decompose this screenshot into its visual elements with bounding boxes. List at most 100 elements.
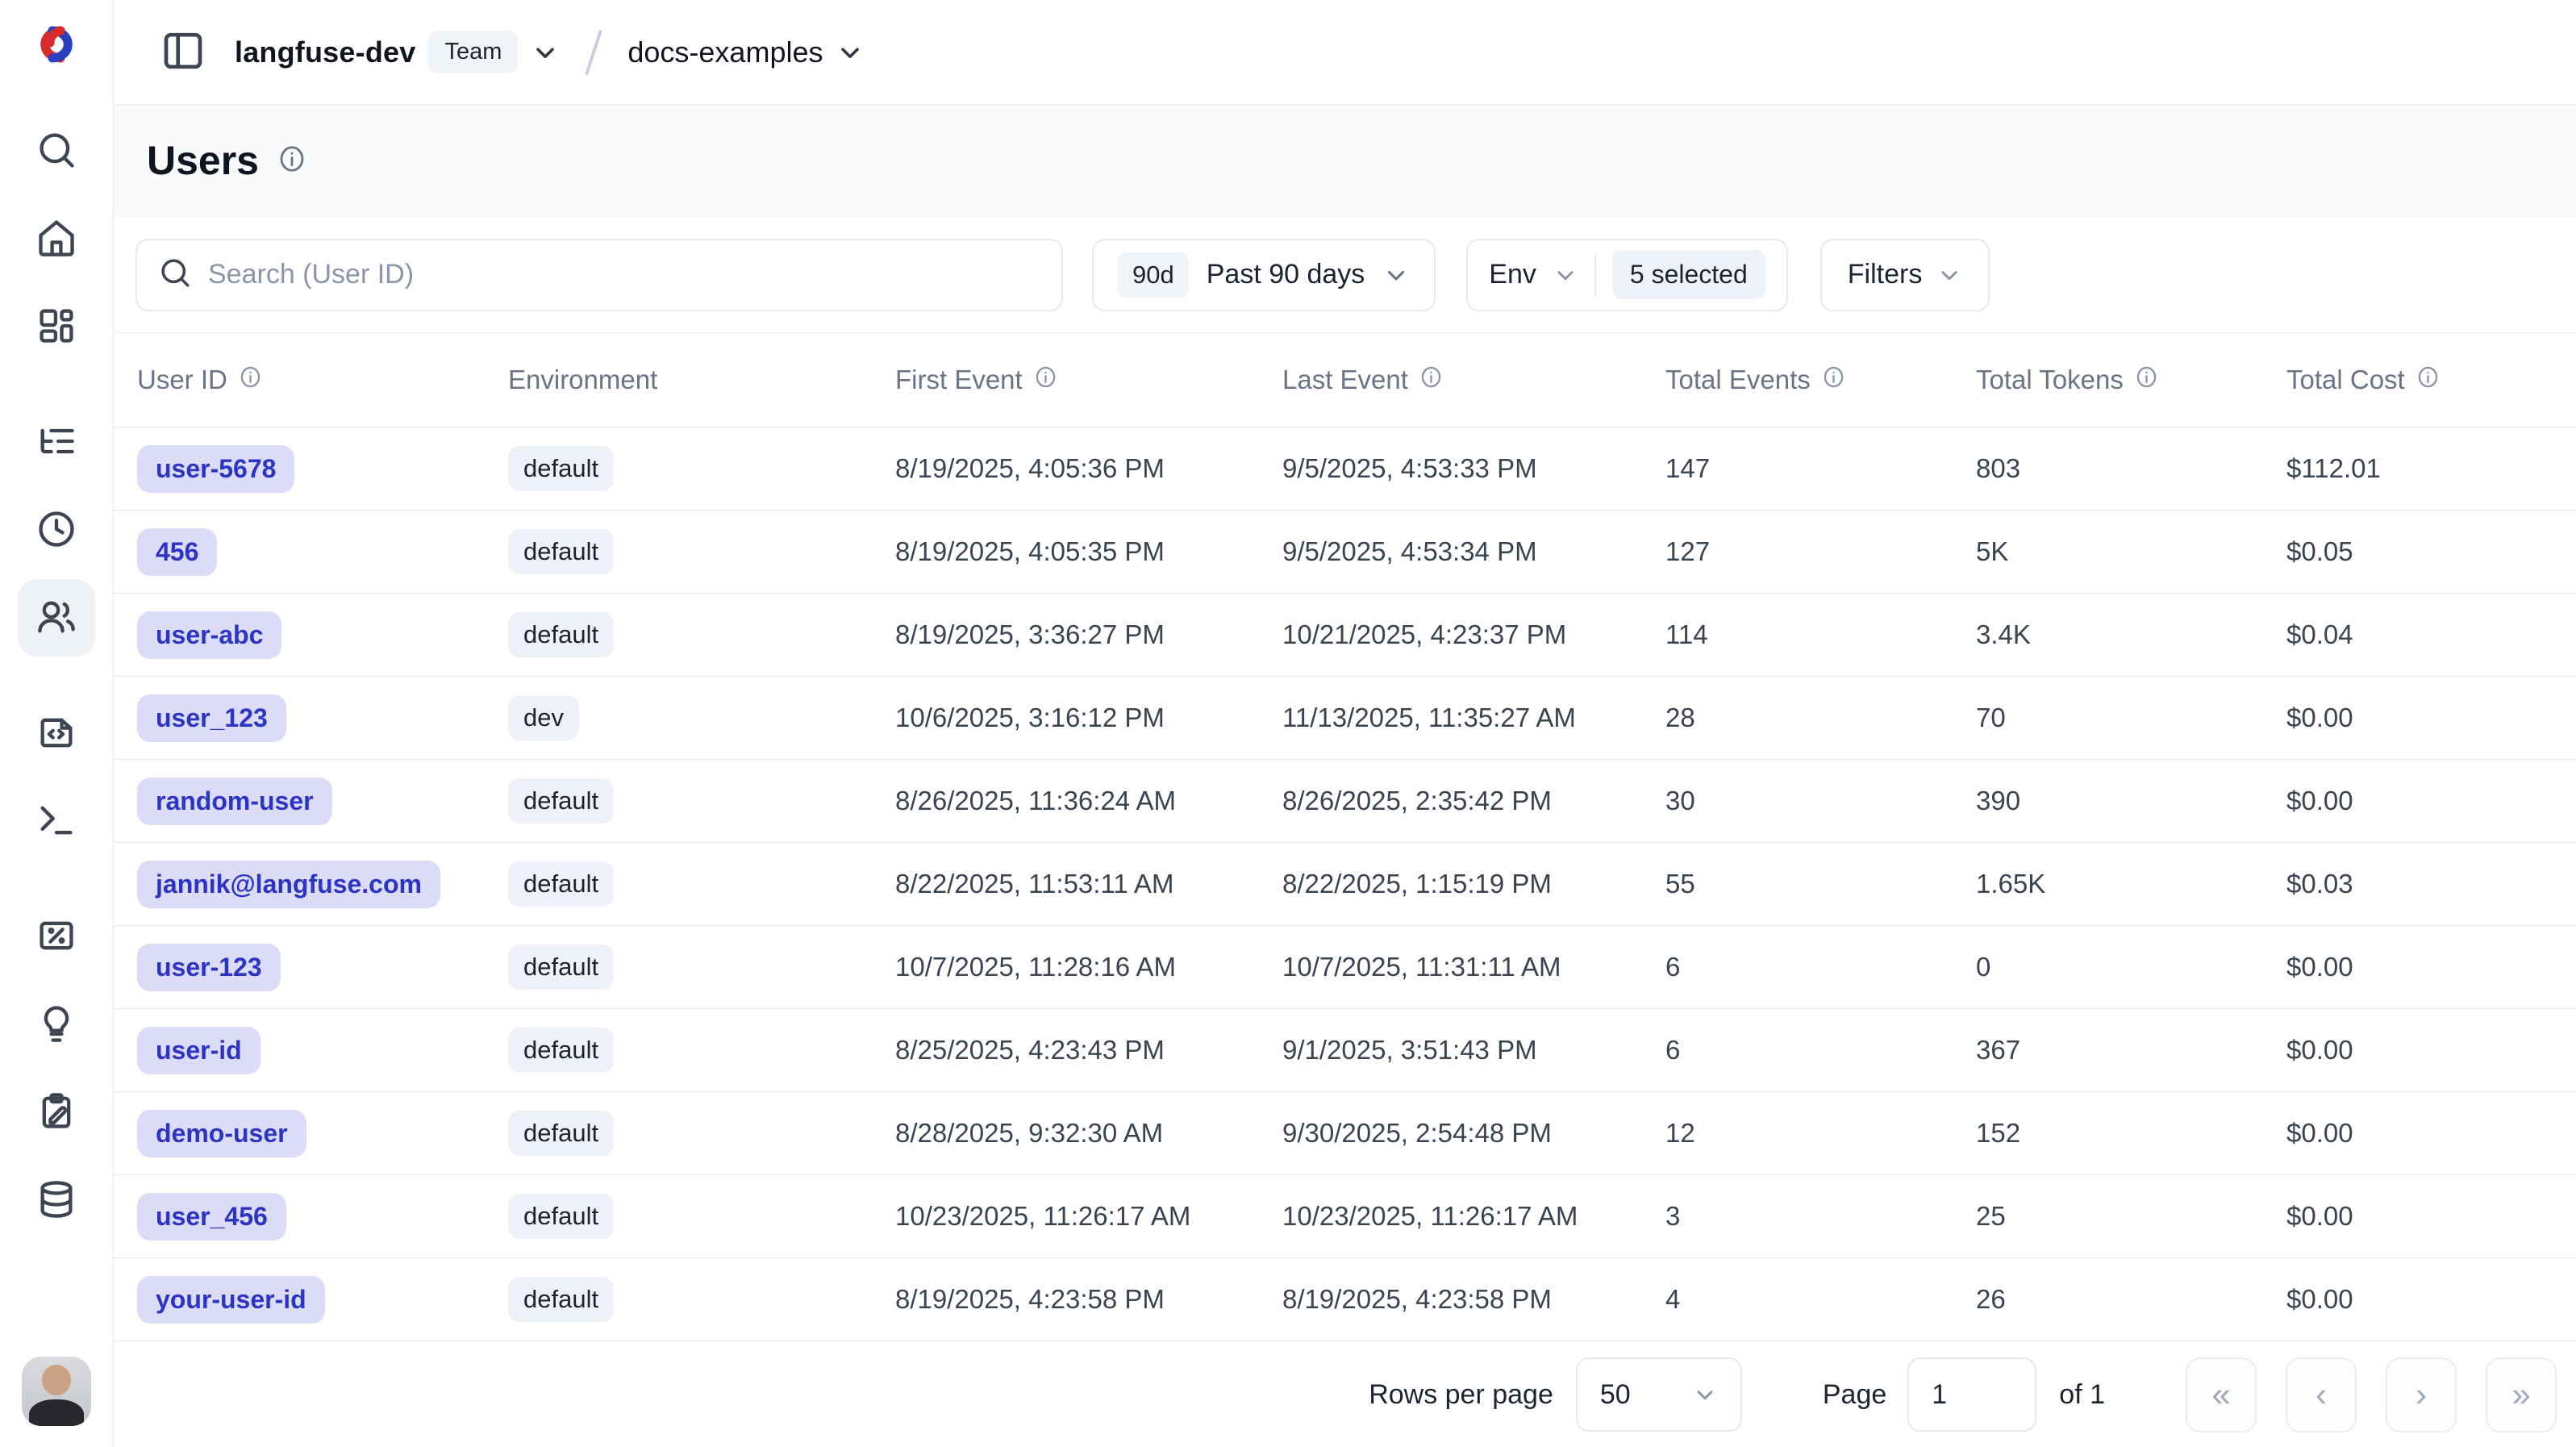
- clipboard-pen-icon: [35, 1090, 77, 1135]
- total-cost-cell: $0.00: [2286, 1118, 2576, 1149]
- environment-cell: default: [508, 529, 895, 574]
- search-icon: [158, 256, 192, 294]
- sidebar-item-home[interactable]: [18, 200, 95, 277]
- app-window: langfuse-dev Team docs-examples Users: [0, 0, 2576, 1447]
- info-icon: [1033, 365, 1058, 396]
- sidebar-item-search[interactable]: [18, 112, 95, 190]
- column-header-first_event[interactable]: First Event: [895, 365, 1282, 396]
- search-icon: [35, 129, 77, 173]
- environment-cell: default: [508, 446, 895, 491]
- project-breadcrumb[interactable]: docs-examples: [627, 35, 865, 69]
- user-id-badge[interactable]: jannik@langfuse.com: [137, 861, 440, 908]
- sidebar-item-tracing[interactable]: [18, 403, 95, 481]
- sidebar-item-users[interactable]: [18, 579, 95, 657]
- environment-cell: default: [508, 945, 895, 990]
- sidebar-item-scores[interactable]: [18, 898, 95, 975]
- total-events-cell: 28: [1665, 703, 1976, 733]
- rows-per-page-select[interactable]: 50: [1576, 1357, 1742, 1432]
- last-page-button[interactable]: »: [2486, 1357, 2557, 1432]
- table-row[interactable]: user_456default10/23/2025, 11:26:17 AM10…: [114, 1175, 2576, 1258]
- table-row[interactable]: 456default8/19/2025, 4:05:35 PM9/5/2025,…: [114, 511, 2576, 594]
- info-icon: [1419, 365, 1444, 396]
- breadcrumb-separator: [586, 29, 603, 74]
- dashboard-icon: [35, 305, 77, 349]
- column-header-last_event[interactable]: Last Event: [1282, 365, 1665, 396]
- sidebar-item-prompts[interactable]: [18, 694, 95, 772]
- first-event-cell: 8/19/2025, 3:36:27 PM: [895, 619, 1282, 650]
- page-number-input[interactable]: [1907, 1357, 2036, 1432]
- users-icon: [35, 596, 77, 640]
- user-id-badge[interactable]: user-5678: [137, 445, 294, 493]
- column-header-total_cost[interactable]: Total Cost: [2286, 365, 2576, 396]
- page-count-label: of 1: [2059, 1379, 2105, 1411]
- last-event-cell: 8/26/2025, 2:35:42 PM: [1282, 786, 1665, 816]
- user-id-cell: jannik@langfuse.com: [137, 861, 508, 908]
- previous-page-button[interactable]: ‹: [2286, 1357, 2357, 1432]
- user-id-badge[interactable]: demo-user: [137, 1110, 306, 1157]
- table-row[interactable]: user-5678default8/19/2025, 4:05:36 PM9/5…: [114, 427, 2576, 511]
- first-page-button[interactable]: «: [2186, 1357, 2257, 1432]
- top-bar: langfuse-dev Team docs-examples: [114, 0, 2576, 105]
- table-row[interactable]: user-abcdefault8/19/2025, 3:36:27 PM10/2…: [114, 594, 2576, 677]
- column-header-user_id[interactable]: User ID: [137, 365, 508, 396]
- user-avatar[interactable]: [22, 1357, 91, 1426]
- total-tokens-cell: 26: [1976, 1284, 2286, 1315]
- last-event-cell: 8/19/2025, 4:23:58 PM: [1282, 1284, 1665, 1315]
- total-cost-cell: $0.00: [2286, 952, 2576, 982]
- environment-filter-button[interactable]: Env 5 selected: [1466, 239, 1787, 311]
- table-row[interactable]: user_123dev10/6/2025, 3:16:12 PM11/13/20…: [114, 677, 2576, 760]
- sidebar-toggle-button[interactable]: [152, 22, 214, 83]
- first-event-cell: 8/25/2025, 4:23:43 PM: [895, 1035, 1282, 1065]
- environment-cell: default: [508, 861, 895, 907]
- filters-button[interactable]: Filters: [1820, 239, 1990, 311]
- total-events-cell: 4: [1665, 1284, 1976, 1315]
- sidebar-item-sessions[interactable]: [18, 491, 95, 569]
- database-icon: [35, 1178, 77, 1223]
- sidebar-item-annotation[interactable]: [18, 1074, 95, 1151]
- total-events-cell: 12: [1665, 1118, 1976, 1149]
- first-event-cell: 8/19/2025, 4:23:58 PM: [895, 1284, 1282, 1315]
- column-header-total_tokens[interactable]: Total Tokens: [1976, 365, 2286, 396]
- user-id-badge[interactable]: user-123: [137, 944, 281, 991]
- langfuse-logo-icon[interactable]: [30, 21, 83, 73]
- environment-cell: dev: [508, 695, 895, 740]
- user-id-badge[interactable]: random-user: [137, 778, 332, 825]
- total-cost-cell: $0.00: [2286, 1035, 2576, 1065]
- info-icon[interactable]: [277, 144, 307, 178]
- table-row[interactable]: your-user-iddefault8/19/2025, 4:23:58 PM…: [114, 1258, 2576, 1341]
- user-id-badge[interactable]: user-abc: [137, 611, 281, 659]
- column-header-environment[interactable]: Environment: [508, 365, 895, 395]
- next-page-button[interactable]: ›: [2386, 1357, 2457, 1432]
- table-row[interactable]: demo-userdefault8/28/2025, 9:32:30 AM9/3…: [114, 1092, 2576, 1175]
- environment-cell: default: [508, 1111, 895, 1156]
- table-row[interactable]: user-iddefault8/25/2025, 4:23:43 PM9/1/2…: [114, 1009, 2576, 1092]
- total-cost-cell: $0.00: [2286, 786, 2576, 816]
- org-breadcrumb[interactable]: langfuse-dev Team: [235, 31, 560, 73]
- rows-per-page-value: 50: [1600, 1379, 1631, 1411]
- table-row[interactable]: user-123default10/7/2025, 11:28:16 AM10/…: [114, 926, 2576, 1009]
- table-row[interactable]: random-userdefault8/26/2025, 11:36:24 AM…: [114, 760, 2576, 843]
- total-tokens-cell: 1.65K: [1976, 869, 2286, 899]
- sidebar-item-dashboards[interactable]: [18, 288, 95, 365]
- date-range-button[interactable]: 90d Past 90 days: [1092, 239, 1436, 311]
- sidebar-item-evaluation[interactable]: [18, 986, 95, 1063]
- user-id-badge[interactable]: 456: [137, 528, 217, 576]
- page-header: Users: [114, 105, 2576, 217]
- table-row[interactable]: jannik@langfuse.comdefault8/22/2025, 11:…: [114, 843, 2576, 926]
- chevron-down-icon: [836, 38, 865, 67]
- user-id-badge[interactable]: user_456: [137, 1193, 286, 1241]
- page-label: Page: [1823, 1379, 1886, 1411]
- user-id-badge[interactable]: user_123: [137, 694, 286, 742]
- pagination-bar: Rows per page 50 Page of 1 « ‹ › »: [114, 1342, 2576, 1447]
- user-id-badge[interactable]: user-id: [137, 1027, 261, 1074]
- last-event-cell: 10/23/2025, 11:26:17 AM: [1282, 1201, 1665, 1232]
- column-header-total_events[interactable]: Total Events: [1665, 365, 1976, 396]
- user-id-badge[interactable]: your-user-id: [137, 1276, 325, 1324]
- project-name: docs-examples: [627, 35, 823, 69]
- sidebar-item-datasets[interactable]: [18, 1161, 95, 1239]
- chevron-left-icon: ‹: [2315, 1375, 2327, 1414]
- search-input[interactable]: [208, 259, 1040, 290]
- chevrons-left-icon: «: [2211, 1375, 2230, 1414]
- info-icon: [1821, 365, 1846, 396]
- sidebar-item-playground[interactable]: [18, 782, 95, 860]
